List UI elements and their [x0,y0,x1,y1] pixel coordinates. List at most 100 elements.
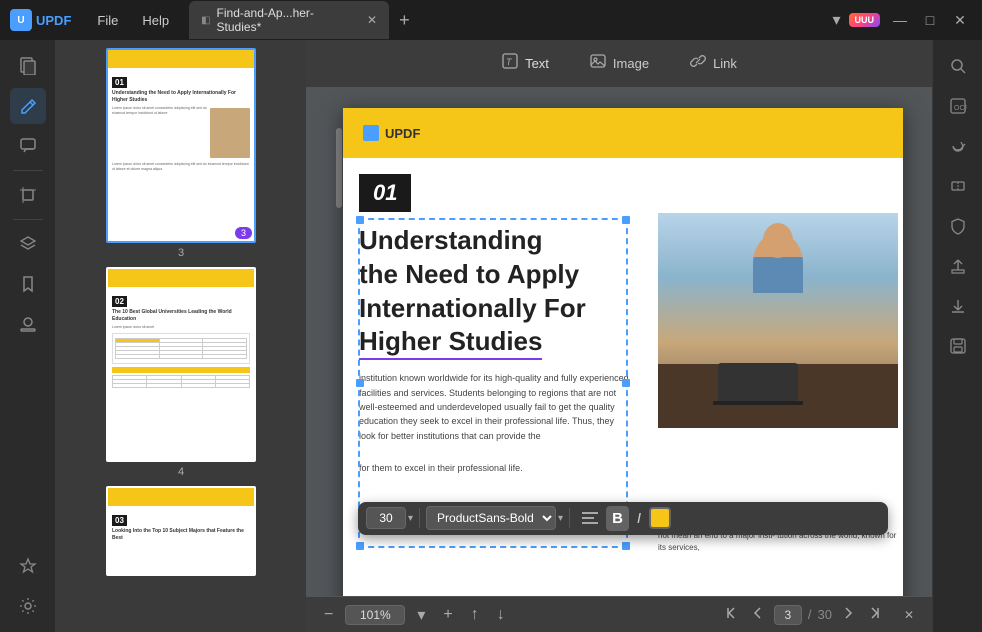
text-btn-label: Text [525,56,549,71]
pdf-area: T Text Image Link [306,40,932,632]
minimize-btn[interactable]: — [886,6,914,34]
thumbnail-img-4: 02 The 10 Best Global Universities Leadi… [106,267,256,462]
bold-btn[interactable]: B [606,506,629,531]
text-tool-btn[interactable]: T Text [485,46,565,81]
pdf-content[interactable]: UPDF [306,88,932,596]
next-page-btn[interactable] [838,604,860,625]
thumbnail-img-5: 03 Looking Into the Top 10 Subject Major… [106,486,256,576]
updf-badge-text: UUU [855,15,875,25]
zoom-value-display: 101% [345,605,405,625]
first-page-btn[interactable] [718,604,744,625]
page-separator: / [808,607,812,622]
download-icon[interactable] [940,288,976,324]
color-picker-btn[interactable] [649,507,671,529]
font-size-dropdown-icon[interactable]: ▾ [408,513,413,524]
share-icon[interactable] [940,248,976,284]
heading-line1: Understanding [359,225,542,255]
compress-icon[interactable] [940,168,976,204]
close-nav-btn[interactable]: ✕ [898,606,920,624]
convert-icon[interactable] [940,128,976,164]
align-btn[interactable] [576,507,604,529]
heading-underline: Higher Studies [359,326,542,360]
title-bar: U UPDF File Help ◧ Find-and-Ap...her-Stu… [0,0,982,40]
tab-icon: ◧ [201,15,210,26]
star-icon[interactable] [10,548,46,584]
zoom-percent: 101% [360,608,391,622]
svg-text:OCR: OCR [954,105,967,112]
handle-bl[interactable] [356,542,364,550]
font-dropdown-icon[interactable]: ▾ [558,513,563,524]
tab-title: Find-and-Ap...her-Studies* [217,6,357,34]
nav-arrows-left [718,604,768,625]
zoom-controls: − 101% ▾ + ↑ ↓ [318,603,511,627]
handle-tl[interactable] [356,216,364,224]
thumbnail-page-4[interactable]: 02 The 10 Best Global Universities Leadi… [64,267,298,478]
crop-icon[interactable] [10,177,46,213]
page-num-4: 4 [178,466,184,478]
main-area: 01 Understanding the Need to Apply Inter… [0,40,982,632]
handle-tr[interactable] [622,216,630,224]
settings-icon[interactable] [10,588,46,624]
updf-badge: UUU [849,13,881,27]
edit-icon[interactable] [10,88,46,124]
body-text-1: institution known worldwide for its high… [359,371,629,443]
app-branding: U UPDF [0,9,81,31]
handle-br[interactable] [622,542,630,550]
tab-dropdown-btn[interactable]: ▾ [824,8,848,32]
heading-line2: the Need to Apply [359,259,579,289]
close-btn[interactable]: ✕ [946,6,974,34]
ocr-icon[interactable]: OCR [940,88,976,124]
left-sidebar [0,40,56,632]
nav-arrows-right [838,604,888,625]
svg-text:T: T [506,57,513,67]
pages-icon[interactable] [10,48,46,84]
num-badge: 01 [359,174,411,212]
font-size-input[interactable] [366,507,406,529]
comment-icon[interactable] [10,128,46,164]
thumbnail-page-3[interactable]: 01 Understanding the Need to Apply Inter… [64,48,298,259]
photo-simulation [658,213,898,428]
zoom-out-btn[interactable]: − [318,604,339,626]
font-family-select[interactable]: ProductSans-Bold [426,506,556,530]
scroll-up-btn[interactable]: ↑ [465,604,485,626]
total-pages: 30 [817,607,831,622]
search-icon[interactable] [940,48,976,84]
link-btn-label: Link [713,56,737,71]
menu-bar: File Help [81,9,185,32]
link-tool-icon [689,52,707,75]
scroll-thumb[interactable] [336,128,342,208]
fmt-divider-1 [419,508,420,528]
page-nav: / 30 ✕ [718,604,920,625]
heading-line3: Internationally For [359,293,586,323]
zoom-in-btn[interactable]: + [437,604,458,626]
bottom-bar: − 101% ▾ + ↑ ↓ / [306,596,932,632]
protect-icon[interactable] [940,208,976,244]
last-page-btn[interactable] [862,604,888,625]
active-tab[interactable]: ◧ Find-and-Ap...her-Studies* ✕ [189,1,389,39]
save-disk-icon[interactable] [940,328,976,364]
zoom-dropdown-btn[interactable]: ▾ [411,603,431,627]
window-controls: — □ ✕ [886,6,982,34]
prev-page-btn[interactable] [746,604,768,625]
image-btn-label: Image [613,56,649,71]
current-page-input[interactable] [774,605,802,625]
image-tool-btn[interactable]: Image [573,46,665,81]
app-logo: U UPDF [10,9,71,31]
tab-close-btn[interactable]: ✕ [367,13,377,27]
bookmark-icon[interactable] [10,266,46,302]
photo-area [658,213,898,428]
thumbnail-page-5[interactable]: 03 Looking Into the Top 10 Subject Major… [64,486,298,576]
link-tool-btn[interactable]: Link [673,46,753,81]
scroll-down-btn[interactable]: ↓ [491,604,511,626]
menu-file[interactable]: File [87,9,128,32]
pdf-page-header: UPDF [343,108,903,158]
image-tool-icon [589,52,607,75]
maximize-btn[interactable]: □ [916,6,944,34]
new-tab-btn[interactable]: + [393,8,416,33]
sidebar-divider-2 [13,219,43,220]
text-tool-icon: T [501,52,519,75]
stamp-icon[interactable] [10,306,46,342]
italic-btn[interactable]: I [631,506,647,531]
layers-icon[interactable] [10,226,46,262]
menu-help[interactable]: Help [132,9,179,32]
